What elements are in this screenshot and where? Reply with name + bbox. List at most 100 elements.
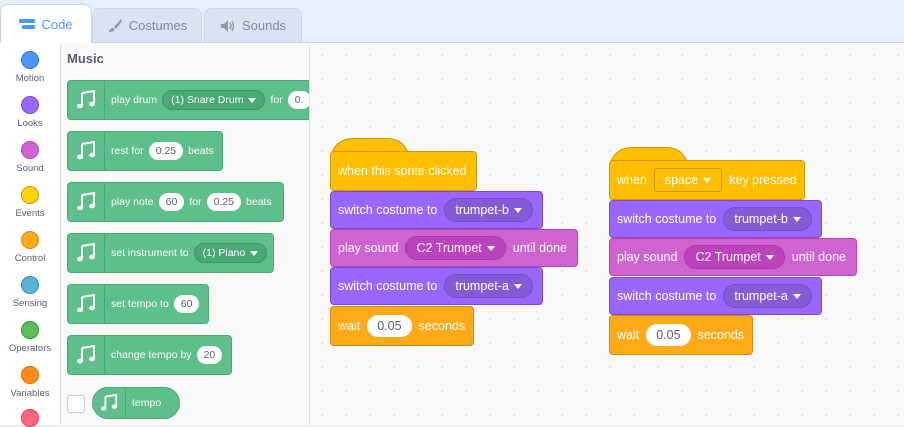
chevron-down-icon: [792, 294, 801, 300]
category-label: Operators: [8, 343, 52, 354]
music-note-icon: [68, 183, 105, 221]
chevron-down-icon: [703, 178, 712, 184]
block-label: beats: [246, 196, 272, 208]
block-label: wait: [617, 328, 640, 342]
chevron-down-icon: [765, 255, 774, 261]
category-looks[interactable]: Looks: [0, 96, 60, 129]
play-note-block[interactable]: play note 60 for 0.25 beats: [67, 182, 284, 222]
wait-duration-input[interactable]: 0.05: [367, 315, 412, 337]
block-label: switch costume to: [617, 289, 717, 303]
sound-dropdown[interactable]: C2 Trumpet: [405, 236, 506, 260]
costume-dropdown[interactable]: trumpet-b: [723, 207, 812, 231]
block-label: wait: [338, 319, 361, 333]
chevron-down-icon: [792, 217, 801, 223]
switch-costume-block[interactable]: switch costume to trumpet-a: [609, 277, 822, 315]
block-label: change tempo by: [111, 349, 192, 361]
category-label: Events: [15, 208, 45, 219]
editor-tab-bar: Code Costumes Sounds: [0, 0, 904, 43]
category-variables[interactable]: Variables: [0, 366, 60, 399]
set-instrument-block[interactable]: set instrument to (1) Piano: [67, 233, 274, 273]
beats-input[interactable]: 0.25: [206, 193, 242, 211]
costume-dropdown[interactable]: trumpet-a: [723, 284, 812, 308]
beats-input[interactable]: 0.: [287, 91, 309, 109]
myblocks-category-icon: [21, 409, 39, 427]
block-label: set tempo to: [111, 298, 169, 310]
tempo-input[interactable]: 60: [173, 295, 200, 313]
block-label: switch costume to: [338, 279, 438, 293]
variables-category-icon: [21, 366, 39, 384]
dropdown-value: (1) Piano: [202, 247, 246, 259]
instrument-dropdown[interactable]: (1) Piano: [193, 243, 268, 263]
category-menu: Motion Looks Sound Events Control Sensin…: [0, 43, 61, 427]
key-dropdown[interactable]: space: [653, 168, 723, 192]
when-key-pressed-block[interactable]: when space key pressed: [609, 160, 805, 200]
block-label: switch costume to: [338, 203, 438, 217]
dropdown-value: trumpet-b: [455, 203, 509, 217]
sound-category-icon: [21, 141, 39, 159]
category-label: Control: [14, 253, 46, 264]
wait-seconds-block[interactable]: wait 0.05 seconds: [609, 315, 753, 355]
category-sensing[interactable]: Sensing: [0, 276, 60, 309]
note-input[interactable]: 60: [158, 193, 185, 211]
category-events[interactable]: Events: [0, 186, 60, 219]
block-label: seconds: [418, 319, 466, 333]
control-category-icon: [21, 231, 39, 249]
music-note-icon: [93, 388, 126, 418]
category-motion[interactable]: Motion: [0, 51, 60, 84]
costume-dropdown[interactable]: trumpet-b: [444, 198, 533, 222]
block-label: when: [617, 173, 647, 187]
dropdown-value: trumpet-b: [734, 212, 788, 226]
wait-duration-input[interactable]: 0.05: [646, 324, 691, 346]
block-label: set instrument to: [111, 247, 189, 259]
block-label: play drum: [111, 94, 158, 106]
category-myblocks[interactable]: [0, 409, 60, 427]
tempo-reporter-block[interactable]: tempo: [92, 387, 180, 419]
tab-costumes-label: Costumes: [128, 18, 188, 33]
paintbrush-icon: [107, 18, 123, 34]
set-tempo-block[interactable]: set tempo to 60: [67, 284, 209, 324]
block-label: seconds: [697, 328, 745, 342]
switch-costume-block[interactable]: switch costume to trumpet-a: [330, 267, 543, 305]
block-label: tempo: [132, 397, 162, 409]
dropdown-value: C2 Trumpet: [695, 250, 761, 264]
chevron-down-icon: [513, 284, 522, 290]
music-note-icon: [68, 336, 105, 374]
drum-dropdown[interactable]: (1) Snare Drum: [162, 90, 266, 110]
speaker-icon: [220, 19, 236, 33]
script-area[interactable]: when this sprite clicked switch costume …: [310, 43, 904, 425]
sound-dropdown[interactable]: C2 Trumpet: [684, 245, 785, 269]
block-label: play note: [111, 196, 154, 208]
play-sound-until-done-block[interactable]: play sound C2 Trumpet until done: [330, 229, 578, 267]
beats-input[interactable]: 0.25: [148, 142, 184, 160]
category-label: Variables: [10, 388, 50, 399]
category-label: Looks: [17, 118, 43, 129]
when-sprite-clicked-block[interactable]: when this sprite clicked: [330, 151, 477, 191]
sensing-category-icon: [21, 276, 39, 294]
music-note-icon: [68, 285, 105, 323]
dropdown-value: (1) Snare Drum: [171, 94, 244, 106]
dropdown-value: C2 Trumpet: [416, 241, 482, 255]
category-operators[interactable]: Operators: [0, 321, 60, 354]
tab-sounds[interactable]: Sounds: [204, 8, 302, 42]
block-label: when this sprite clicked: [338, 164, 467, 178]
block-label: play sound: [338, 241, 399, 255]
block-label: key pressed: [729, 173, 797, 187]
switch-costume-block[interactable]: switch costume to trumpet-b: [330, 191, 543, 229]
play-sound-until-done-block[interactable]: play sound C2 Trumpet until done: [609, 238, 857, 276]
chevron-down-icon: [248, 97, 257, 103]
play-drum-block[interactable]: play drum (1) Snare Drum for 0.: [67, 80, 309, 120]
category-label: Motion: [15, 73, 45, 84]
tempo-monitor-checkbox[interactable]: [67, 395, 85, 413]
category-label: Sound: [16, 163, 44, 174]
tempo-change-input[interactable]: 20: [196, 346, 223, 364]
wait-seconds-block[interactable]: wait 0.05 seconds: [330, 306, 474, 346]
switch-costume-block[interactable]: switch costume to trumpet-b: [609, 200, 822, 238]
costume-dropdown[interactable]: trumpet-a: [444, 274, 533, 298]
category-sound[interactable]: Sound: [0, 141, 60, 174]
block-label: until done: [512, 241, 567, 255]
change-tempo-block[interactable]: change tempo by 20: [67, 335, 232, 375]
tab-costumes[interactable]: Costumes: [92, 8, 202, 42]
tab-code[interactable]: Code: [0, 4, 92, 43]
rest-for-block[interactable]: rest for 0.25 beats: [67, 131, 223, 171]
category-control[interactable]: Control: [0, 231, 60, 264]
